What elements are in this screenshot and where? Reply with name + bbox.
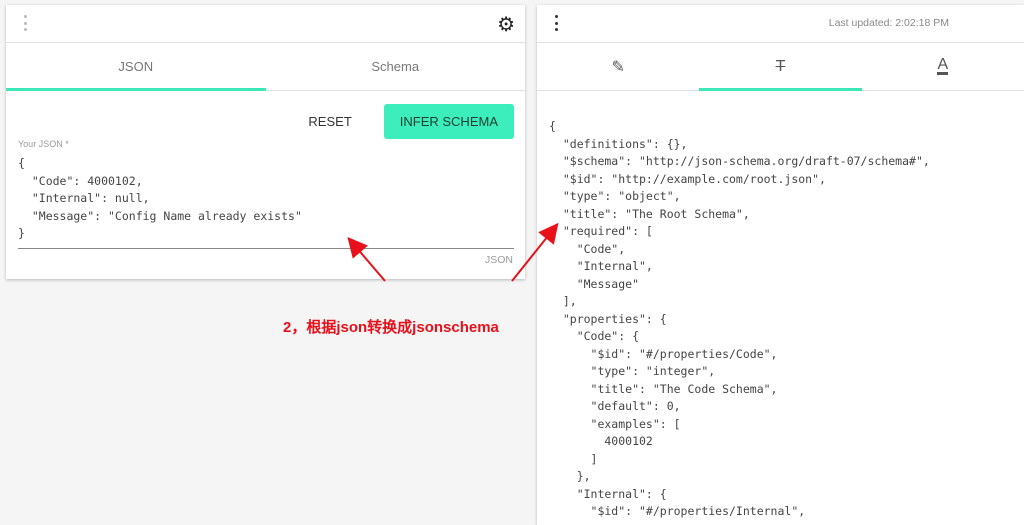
arrow-to-output: [511, 222, 559, 282]
annotation-arrows: [347, 222, 559, 282]
arrow-to-input: [347, 236, 386, 282]
